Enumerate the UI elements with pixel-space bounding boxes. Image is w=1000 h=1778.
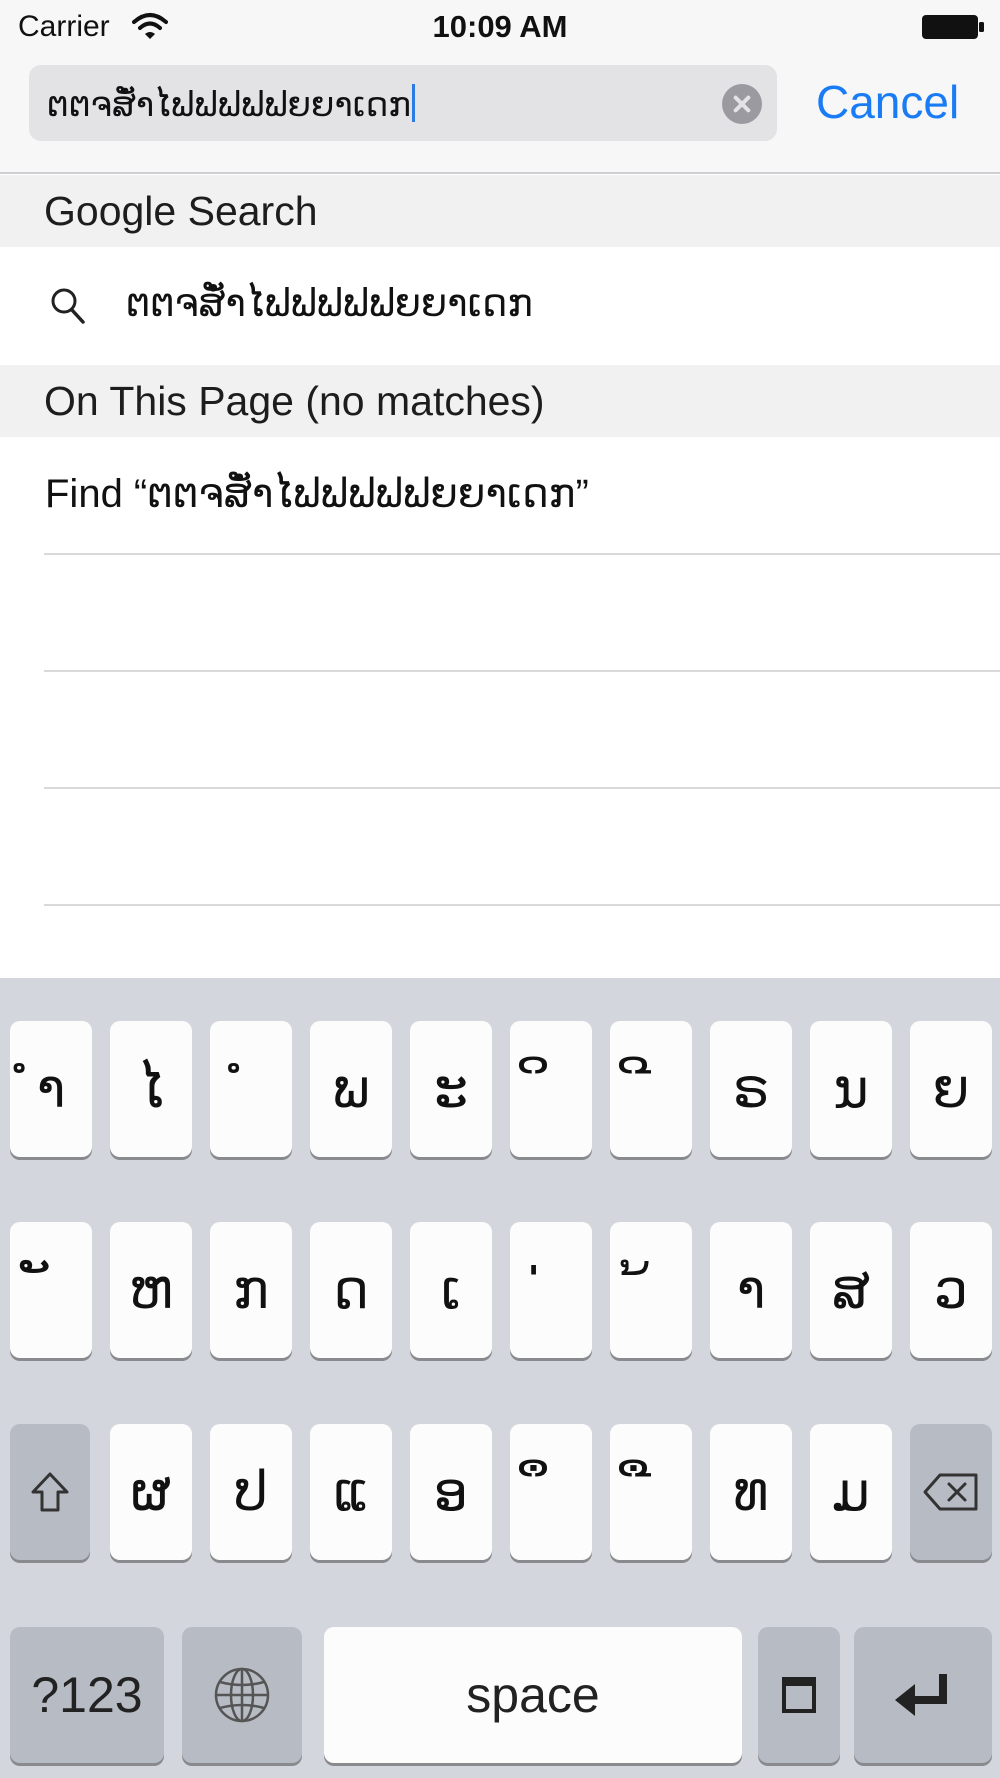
space-key[interactable]: space [324,1627,742,1763]
key[interactable]: ປ [210,1424,292,1560]
key[interactable]: ໍ [210,1021,292,1157]
return-icon [895,1674,947,1716]
find-on-page-text: Find “ຕຕຈສັ່ໍາໄຟຟຟຟຟຍຍາເດກ” [45,472,589,516]
backspace-icon [923,1473,978,1511]
status-bar: Carrier 10:09 AM [0,0,1000,55]
key[interactable]: ພ [310,1021,392,1157]
key[interactable]: າ [710,1222,792,1358]
status-time: 10:09 AM [432,9,568,44]
suggestion-text: ຕຕຈສັ່ໍາໄຟຟຟຟຟຍຍາເດກ [126,283,533,325]
key[interactable]: ຍ [910,1021,992,1157]
google-search-header-label: Google Search [44,188,318,234]
on-this-page-section-header: On This Page (no matches) [0,365,1000,437]
key[interactable]: ດ [310,1222,392,1358]
key[interactable]: ທ [710,1424,792,1560]
shift-icon [31,1472,69,1512]
search-header: ຕຕຈສັ່ໍາໄຟຟຟຟຟຍຍາເດກ Cancel [0,55,1000,174]
on-this-page-header-label: On This Page (no matches) [44,378,545,424]
key[interactable]: ສ [810,1222,892,1358]
search-icon [51,288,85,324]
key[interactable]: ແ [310,1424,392,1560]
numbers-key[interactable]: ?123 [10,1627,164,1763]
key[interactable]: ກ [210,1222,292,1358]
key[interactable]: ມ [810,1424,892,1560]
key[interactable]: ຜ [110,1424,192,1560]
key[interactable]: ນ [810,1021,892,1157]
key[interactable]: ັ [10,1222,92,1358]
google-suggestion-row[interactable]: ຕຕຈສັ່ໍາໄຟຟຟຟຟຍຍາເດກ [0,247,1000,365]
key[interactable]: ເ [410,1222,492,1358]
key[interactable]: ຫ [110,1222,192,1358]
battery-icon [922,15,984,39]
search-input-text: ຕຕຈສັ່ໍາໄຟຟຟຟຟຍຍາເດກ [47,86,412,124]
key[interactable]: ອ [410,1424,492,1560]
return-key[interactable] [854,1627,992,1763]
row-divider [44,553,1000,555]
globe-key[interactable] [182,1627,302,1763]
row-divider [44,670,1000,672]
find-on-page-row[interactable]: Find “ຕຕຈສັ່ໍາໄຟຟຟຟຟຍຍາເດກ” [0,437,1000,553]
key[interactable]: ້ [610,1222,692,1358]
search-input-value[interactable]: ຕຕຈສັ່ໍາໄຟຟຟຟຟຍຍາເດກ [47,84,416,125]
key[interactable]: ີ [610,1021,692,1157]
google-search-section-header: Google Search [0,175,1000,247]
key[interactable]: ະ [410,1021,492,1157]
key[interactable]: ື [610,1424,692,1560]
search-input[interactable]: ຕຕຈສັ່ໍາໄຟຟຟຟຟຍຍາເດກ [29,65,777,141]
key[interactable]: ຣ [710,1021,792,1157]
cancel-button[interactable]: Cancel [816,75,959,129]
clear-icon[interactable] [722,84,762,124]
backspace-key[interactable] [910,1424,992,1560]
row-divider [44,787,1000,789]
lao-keyboard: ຳ ໄ ໍ ພ ະ ິ ີ ຣ ນ ຍ ັ ຫ ກ ດ ເ ່ ້ າ ສ ວ … [0,978,1000,1778]
key[interactable]: ວ [910,1222,992,1358]
square-icon [782,1677,816,1713]
globe-icon [214,1667,270,1723]
key[interactable]: ຶ [510,1424,592,1560]
dictation-key[interactable] [758,1627,840,1763]
row-divider [44,904,1000,906]
key[interactable]: ່ [510,1222,592,1358]
key[interactable]: ໄ [110,1021,192,1157]
key[interactable]: ຳ [10,1021,92,1157]
shift-key[interactable] [10,1424,90,1560]
text-caret [412,84,416,122]
key[interactable]: ິ [510,1021,592,1157]
